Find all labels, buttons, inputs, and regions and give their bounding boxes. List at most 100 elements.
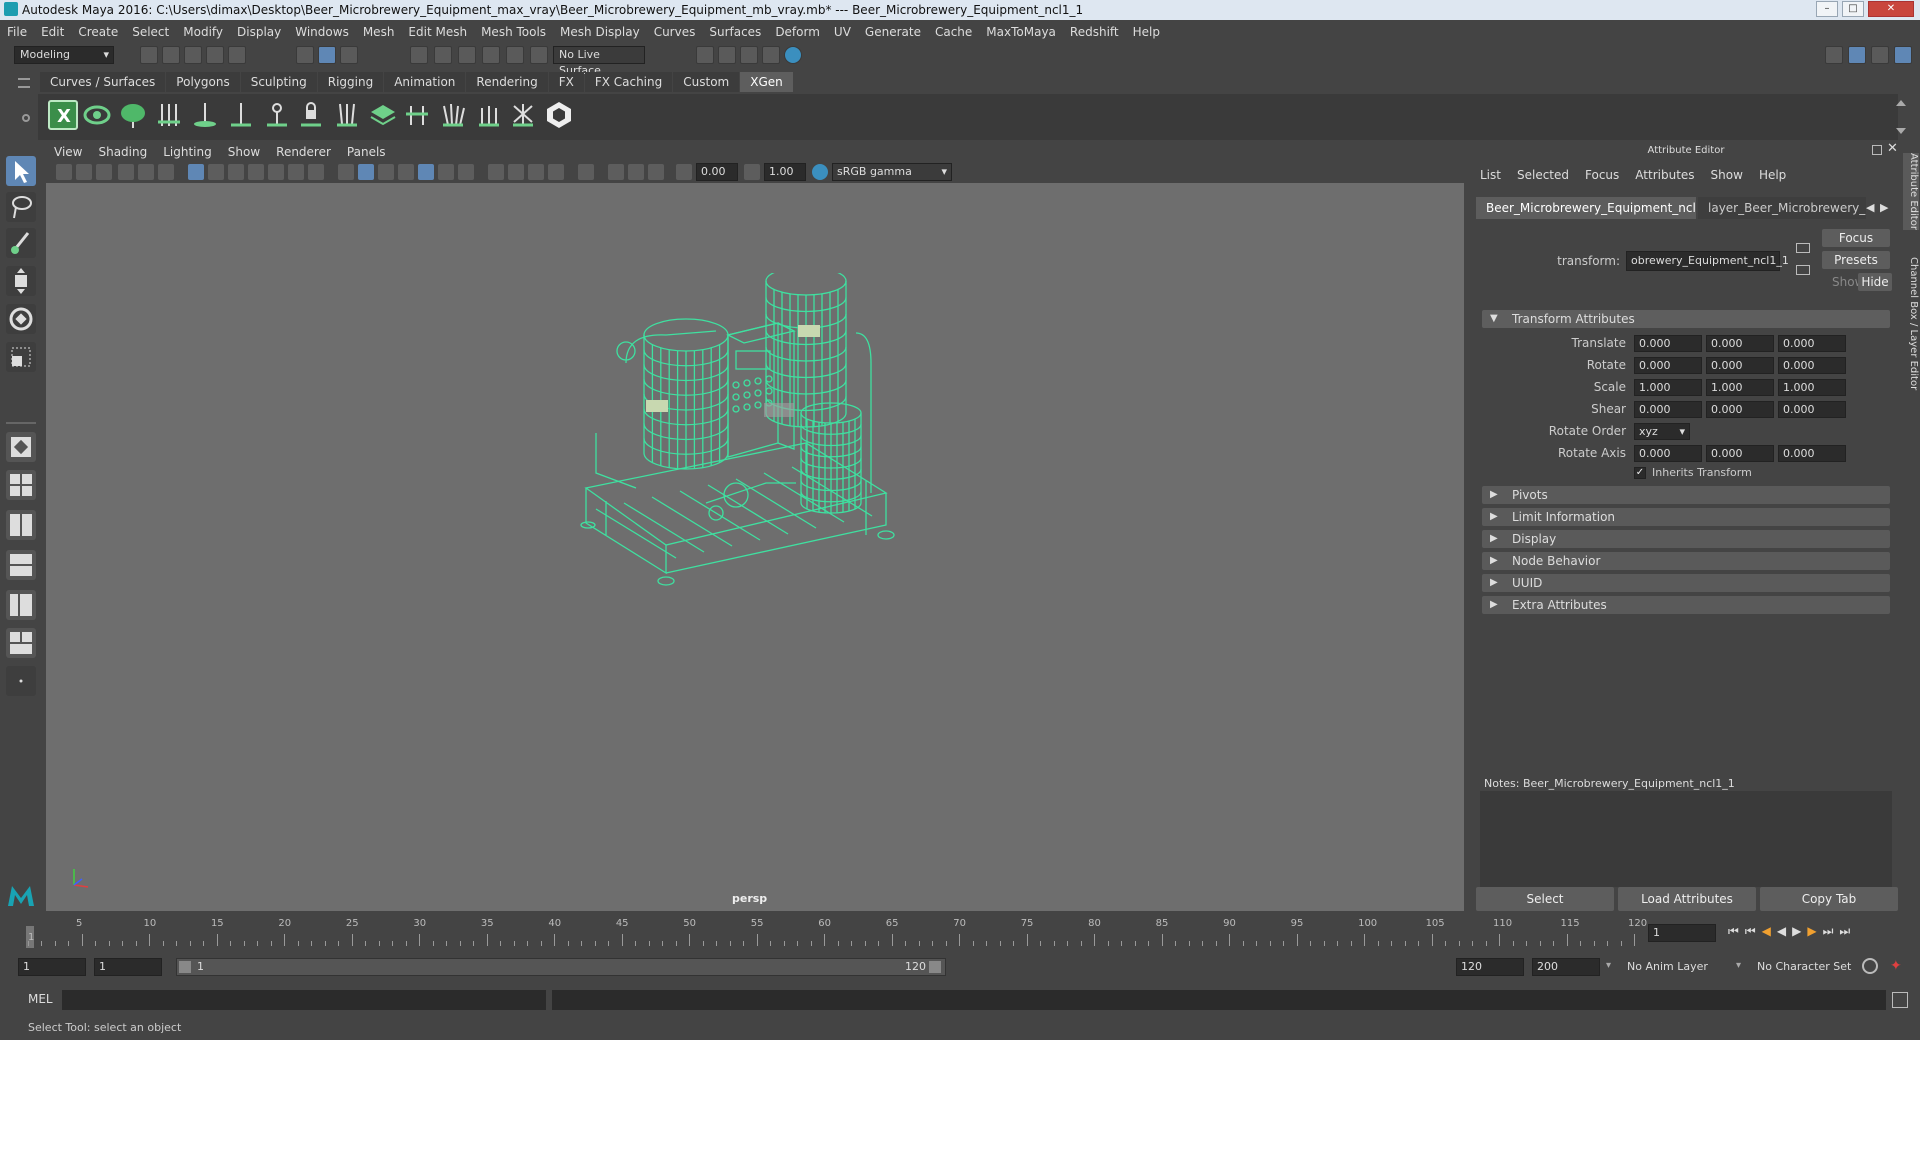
xgen-hex-icon[interactable] (544, 100, 574, 130)
viewport-menu-show[interactable]: Show (220, 143, 268, 161)
shelf-tab-polygons[interactable]: Polygons (166, 72, 240, 92)
menu-curves[interactable]: Curves (647, 20, 703, 44)
menu-windows[interactable]: Windows (288, 20, 356, 44)
menu-help[interactable]: Help (1126, 20, 1167, 44)
float-panel-icon[interactable] (1872, 145, 1882, 155)
section-node-behavior[interactable]: ▶ Node Behavior (1482, 552, 1890, 570)
xgen-lock-icon[interactable] (296, 100, 326, 130)
attr-menu-attributes[interactable]: Attributes (1627, 165, 1702, 185)
translate-z-field[interactable]: 0.000 (1778, 335, 1846, 352)
close-window-button[interactable]: ✕ (1868, 1, 1914, 17)
range-slider[interactable]: 1 120 (176, 958, 946, 976)
shelf-scroll-up-icon[interactable] (1896, 100, 1906, 106)
mel-command-input[interactable] (62, 990, 546, 1010)
auto-key-icon[interactable] (1862, 958, 1878, 974)
select-object-icon[interactable] (318, 46, 336, 64)
xgen-place-icon[interactable] (190, 100, 220, 130)
shelf-menu-icon[interactable] (18, 78, 30, 88)
render-frame-icon[interactable] (718, 46, 736, 64)
section-uuid[interactable]: ▶ UUID (1482, 574, 1890, 592)
menu-edit[interactable]: Edit (34, 20, 71, 44)
copy-tab-button[interactable]: Copy Tab (1760, 887, 1898, 911)
magnet-icon[interactable] (530, 46, 548, 64)
tab-scroll-right-icon[interactable]: ▶ (1880, 201, 1888, 214)
presets-button[interactable]: Presets (1822, 251, 1890, 269)
2d-pan-zoom-icon[interactable] (138, 164, 154, 180)
range-start-handle[interactable] (179, 961, 191, 973)
shelf-tab-fx-caching[interactable]: FX Caching (584, 72, 673, 92)
isolate-select-icon[interactable] (578, 164, 594, 180)
shelf-scroll-down-icon[interactable] (1896, 128, 1906, 134)
menu-mesh[interactable]: Mesh (356, 20, 402, 44)
xray-joints-icon[interactable] (608, 164, 624, 180)
current-frame-field[interactable]: 1 (1648, 924, 1716, 942)
menu-file[interactable]: File (0, 20, 34, 44)
load-attributes-button[interactable]: Load Attributes (1618, 887, 1756, 911)
xray-active-icon[interactable] (628, 164, 644, 180)
scene-end-field[interactable]: 200 (1532, 958, 1600, 976)
attr-menu-focus[interactable]: Focus (1577, 165, 1627, 185)
xgen-rebuild-icon[interactable] (332, 100, 362, 130)
render-view-icon[interactable] (762, 46, 780, 64)
tool-settings-icon[interactable] (1871, 46, 1889, 64)
character-set-dropdown[interactable]: No Character Set (1752, 958, 1862, 976)
chevron-down-icon[interactable]: ▾ (1736, 960, 1741, 971)
shelf-tab-sculpting[interactable]: Sculpting (240, 72, 317, 92)
gamma-field[interactable]: 1.00 (764, 163, 806, 181)
go-to-start-icon[interactable]: ⏮ (1728, 924, 1745, 938)
attr-menu-show[interactable]: Show (1703, 165, 1751, 185)
smooth-shade-icon[interactable] (358, 164, 374, 180)
film-gate-icon[interactable] (208, 164, 224, 180)
menu-create[interactable]: Create (71, 20, 125, 44)
attribute-editor-toggle-icon[interactable] (1848, 46, 1866, 64)
attr-menu-selected[interactable]: Selected (1509, 165, 1577, 185)
menu-surfaces[interactable]: Surfaces (702, 20, 768, 44)
bookmark-icon[interactable] (96, 164, 112, 180)
move-tool-icon[interactable] (6, 266, 36, 296)
grid-icon[interactable] (188, 164, 204, 180)
xgen-comb-icon[interactable] (438, 100, 468, 130)
ipr-render-icon[interactable] (740, 46, 758, 64)
depth-of-field-icon[interactable] (548, 164, 564, 180)
xgen-x-icon[interactable]: X (48, 100, 78, 130)
menu-edit-mesh[interactable]: Edit Mesh (401, 20, 474, 44)
scale-z-field[interactable]: 1.000 (1778, 379, 1846, 396)
section-transform-attributes[interactable]: ▼ Transform Attributes (1482, 310, 1890, 328)
shelf-tab-animation[interactable]: Animation (384, 72, 466, 92)
viewport-menu-panels[interactable]: Panels (339, 143, 394, 161)
snap-point-icon[interactable] (458, 46, 476, 64)
shelf-tab-rigging[interactable]: Rigging (317, 72, 384, 92)
grease-pencil-icon[interactable] (158, 164, 174, 180)
four-view-layout-icon[interactable] (6, 470, 36, 500)
anim-layer-dropdown[interactable]: No Anim Layer (1622, 958, 1742, 976)
xgen-cut-icon[interactable] (402, 100, 432, 130)
side-tab-channel-box[interactable]: Channel Box / Layer Editor (1903, 257, 1919, 390)
step-back-key-icon[interactable]: ⏮ (1745, 924, 1762, 938)
use-all-lights-icon[interactable] (438, 164, 454, 180)
section-extra-attributes[interactable]: ▶ Extra Attributes (1482, 596, 1890, 614)
play-backward-icon[interactable]: ◀ (1777, 924, 1792, 938)
perspective-viewport[interactable]: View Shading Lighting Show Renderer Panels (46, 143, 1464, 911)
snap-grid-icon[interactable] (410, 46, 428, 64)
close-panel-icon[interactable]: ✕ (1887, 141, 1898, 156)
outliner-layout-icon[interactable] (6, 590, 36, 620)
color-management-icon[interactable] (812, 164, 828, 180)
safe-action-icon[interactable] (288, 164, 304, 180)
scale-y-field[interactable]: 1.000 (1706, 379, 1774, 396)
open-scene-icon[interactable] (162, 46, 180, 64)
rotate-x-field[interactable]: 0.000 (1634, 357, 1702, 374)
scene-start-field[interactable]: 1 (18, 958, 86, 976)
exposure-field[interactable]: 0.00 (696, 163, 738, 181)
transform-name-field[interactable]: obrewery_Equipment_ncl1_1 (1626, 251, 1789, 271)
camera-attributes-icon[interactable] (76, 164, 92, 180)
exposure-icon[interactable] (676, 164, 692, 180)
hypershade-icon[interactable] (784, 46, 802, 64)
layout-icon[interactable] (1825, 46, 1843, 64)
node-tab-layer[interactable]: layer_Beer_Microbrewery_Equ (1698, 197, 1866, 219)
menu-modify[interactable]: Modify (176, 20, 230, 44)
attr-menu-help[interactable]: Help (1751, 165, 1794, 185)
snap-surface-icon[interactable] (506, 46, 524, 64)
frame-all-icon[interactable] (648, 164, 664, 180)
play-forward-icon[interactable]: ▶ (1792, 924, 1807, 938)
side-tab-attribute-editor[interactable]: Attribute Editor (1903, 153, 1919, 230)
